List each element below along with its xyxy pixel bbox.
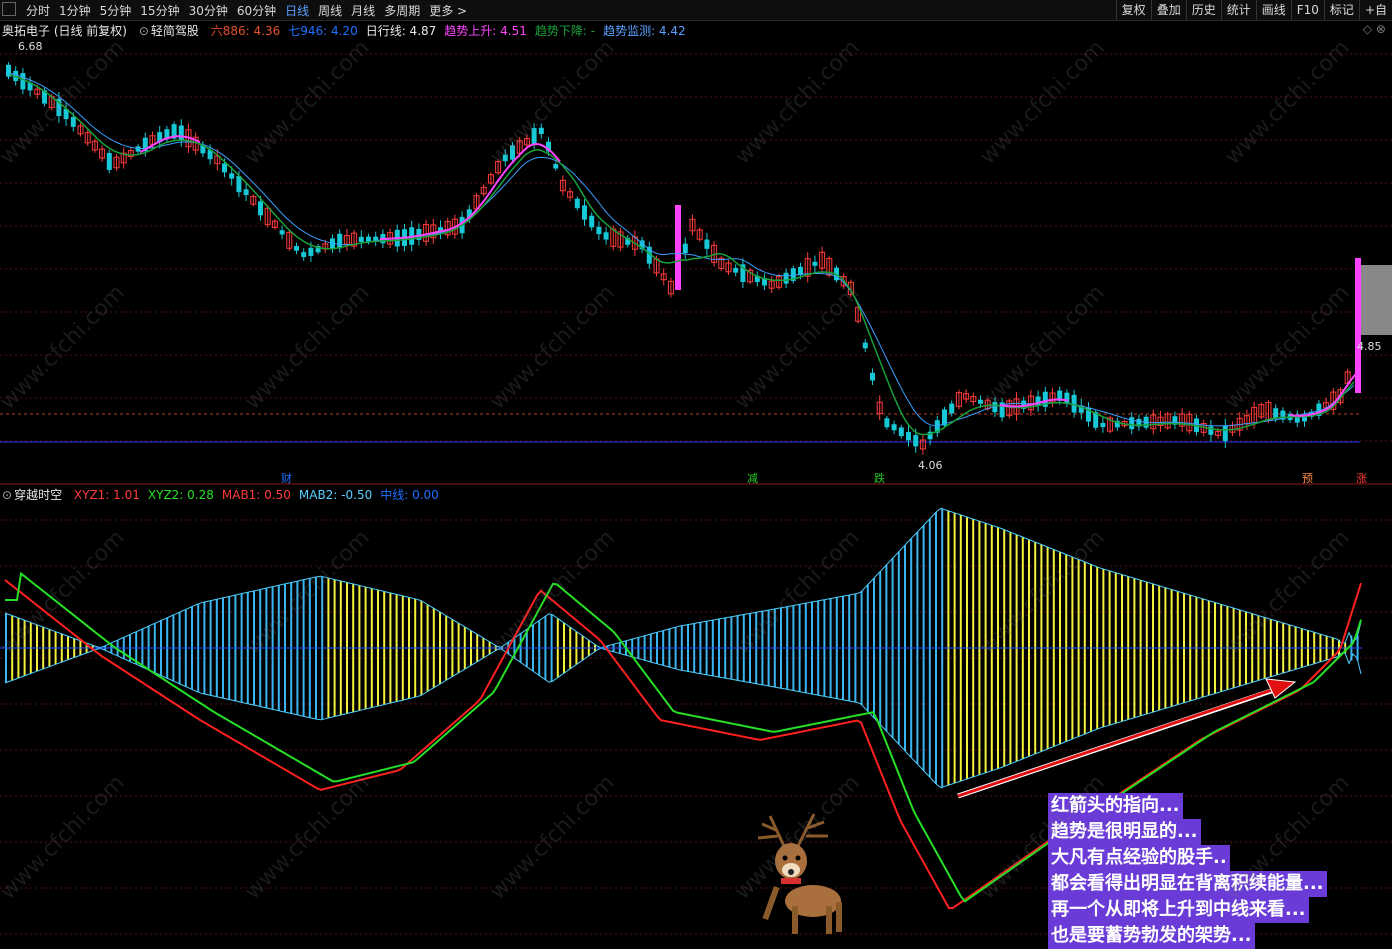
candle — [243, 189, 249, 196]
annotation-line: 大凡有点经验的股手.. — [1048, 845, 1230, 871]
candle — [553, 164, 559, 169]
candle — [279, 230, 285, 235]
candle — [589, 215, 595, 228]
envelope-line — [4, 647, 1362, 789]
candle — [178, 125, 184, 141]
marker-yu: 预 — [1302, 472, 1313, 485]
candle — [913, 435, 919, 447]
candle — [1273, 408, 1279, 419]
candle — [337, 233, 343, 249]
marker-cai: 财 — [281, 472, 292, 485]
candle — [949, 403, 955, 414]
envelope-line — [4, 507, 1362, 649]
candle — [675, 205, 681, 290]
annotation-line: 都会看得出明显在背离积续能量... — [1048, 871, 1327, 897]
candle — [229, 173, 235, 179]
candle — [1222, 425, 1228, 442]
current-price-label: 4.85 — [1357, 340, 1382, 353]
ma-line — [9, 72, 1355, 427]
candle — [870, 372, 875, 381]
annotation-text: 红箭头的指向... 趋势是很明显的... 大凡有点经验的股手.. 都会看得出明显在背离… — [1048, 793, 1327, 949]
marker-die: 跌 — [874, 472, 885, 485]
candle — [366, 236, 371, 242]
candle — [20, 73, 26, 90]
candle — [862, 342, 868, 349]
candle — [733, 267, 739, 273]
high-price-label: 6.68 — [18, 40, 43, 53]
candle — [358, 236, 364, 242]
candle — [898, 427, 904, 437]
marker-jian: 减 — [747, 472, 758, 485]
candle — [906, 432, 911, 441]
candle — [783, 272, 789, 284]
ma-line — [9, 74, 1355, 436]
candle — [294, 245, 299, 251]
candle — [258, 201, 263, 216]
candle — [222, 163, 227, 173]
candle — [682, 243, 688, 254]
candle — [301, 252, 307, 257]
candle — [582, 205, 587, 220]
annotation-line: 也是要蓄势勃发的架势... — [1048, 923, 1255, 949]
candle — [1129, 417, 1135, 430]
candle — [106, 152, 112, 170]
candle — [596, 226, 602, 235]
candle — [308, 247, 314, 256]
candle — [812, 261, 818, 266]
candle — [70, 116, 76, 127]
candle — [574, 198, 580, 209]
candle — [884, 418, 890, 428]
marker-zhang: 涨 — [1356, 472, 1367, 485]
annotation-line: 再一个从即将上升到中线来看... — [1048, 897, 1309, 923]
candle — [236, 175, 242, 193]
low-price-label: 4.06 — [918, 459, 943, 472]
candle — [1100, 422, 1106, 428]
candle — [704, 239, 710, 249]
candle — [891, 424, 897, 431]
candle — [603, 232, 609, 240]
candle — [1064, 392, 1070, 404]
candle — [135, 146, 141, 152]
ma-line — [379, 142, 561, 240]
